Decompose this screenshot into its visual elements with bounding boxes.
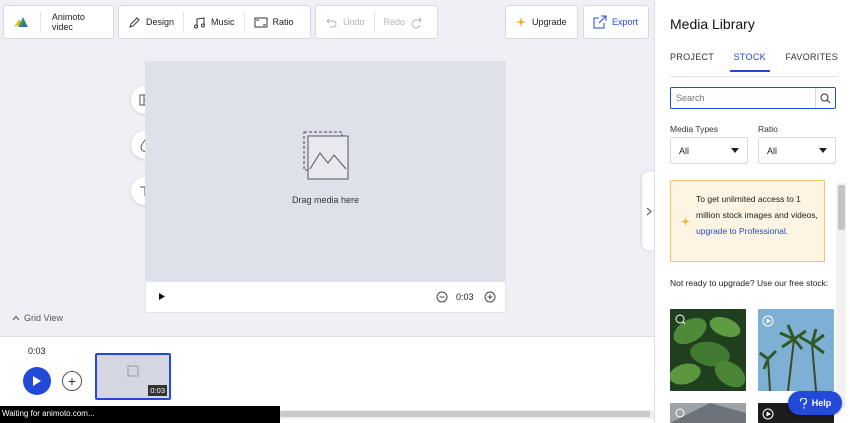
tab-favorites[interactable]: FAVORITES bbox=[785, 52, 838, 72]
design-button[interactable]: Design bbox=[119, 6, 183, 38]
play-icon[interactable] bbox=[158, 292, 166, 301]
redo-button[interactable]: Redo bbox=[375, 6, 433, 38]
ratio-select[interactable]: All bbox=[758, 137, 836, 164]
undo-redo-group: Undo Redo bbox=[315, 5, 438, 39]
search-input[interactable] bbox=[671, 88, 815, 108]
banner-suffix: . bbox=[785, 226, 789, 236]
vertical-scrollbar-thumb[interactable] bbox=[838, 185, 845, 230]
ratio-filter-label: Ratio bbox=[758, 124, 778, 134]
upgrade-button[interactable]: Upgrade bbox=[505, 5, 578, 39]
drop-label: Drag media here bbox=[291, 195, 360, 205]
undo-button[interactable]: Undo bbox=[316, 6, 374, 38]
design-music-ratio-group: Design Music Ratio bbox=[118, 5, 311, 39]
clip-thumbnail-icon bbox=[127, 365, 139, 377]
search-icon bbox=[820, 93, 831, 104]
upgrade-label: Upgrade bbox=[532, 17, 567, 27]
status-bar: Waiting for animoto.com... bbox=[0, 406, 280, 423]
canvas-time: 0:03 bbox=[456, 292, 474, 302]
export-button[interactable]: Export bbox=[583, 5, 649, 39]
media-library-panel: Media Library PROJECT STOCK FAVORITES Me… bbox=[654, 0, 850, 423]
caret-down-icon bbox=[731, 148, 739, 153]
media-types-select[interactable]: All bbox=[670, 137, 748, 164]
top-toolbar: Animoto videc Design Music Ratio Undo Re… bbox=[0, 0, 654, 44]
play-icon bbox=[32, 375, 42, 387]
banner-message: To get unlimited access to 1 million sto… bbox=[696, 194, 818, 220]
canvas-playbar: 0:03 bbox=[145, 281, 506, 313]
add-block-button[interactable]: + bbox=[62, 371, 82, 391]
building-image bbox=[670, 403, 746, 423]
caret-down-icon bbox=[819, 148, 827, 153]
chevron-right-icon bbox=[646, 207, 652, 216]
tab-divider bbox=[670, 76, 838, 77]
music-button[interactable]: Music bbox=[184, 6, 244, 38]
upgrade-banner: To get unlimited access to 1 million sto… bbox=[670, 180, 825, 262]
music-label: Music bbox=[211, 17, 235, 27]
media-types-value: All bbox=[679, 145, 690, 156]
search-button[interactable] bbox=[815, 88, 835, 108]
panel-title: Media Library bbox=[670, 16, 755, 32]
tab-project[interactable]: PROJECT bbox=[670, 52, 714, 72]
help-label: Help bbox=[811, 398, 832, 408]
search-box bbox=[670, 87, 836, 109]
help-button[interactable]: Help bbox=[788, 391, 842, 415]
banner-text: To get unlimited access to 1 million sto… bbox=[696, 191, 822, 239]
timeline-clip[interactable]: 0:03 bbox=[95, 353, 171, 400]
project-title[interactable]: Animoto videc bbox=[4, 6, 113, 38]
palm-trees-image bbox=[758, 309, 834, 391]
export-label: Export bbox=[612, 17, 639, 27]
design-label: Design bbox=[146, 17, 175, 27]
free-stock-text: Not ready to upgrade? Use our free stock… bbox=[670, 278, 829, 288]
timeline-time: 0:03 bbox=[28, 346, 46, 356]
ratio-button[interactable]: Ratio bbox=[245, 6, 303, 38]
clip-duration: 0:03 bbox=[148, 385, 167, 396]
horizontal-scrollbar-thumb[interactable] bbox=[280, 411, 650, 417]
undo-label: Undo bbox=[343, 17, 365, 27]
upgrade-link[interactable]: upgrade to Professional bbox=[696, 226, 786, 236]
tab-stock[interactable]: STOCK bbox=[729, 52, 770, 72]
ratio-label: Ratio bbox=[272, 17, 294, 27]
ratio-icon bbox=[254, 17, 268, 28]
project-name: Animoto videc bbox=[51, 12, 85, 32]
grid-view-label: Grid View bbox=[24, 313, 63, 323]
redo-label: Redo bbox=[383, 17, 406, 27]
stock-thumbnail[interactable] bbox=[758, 309, 834, 391]
plus-icon: + bbox=[67, 373, 77, 389]
export-icon bbox=[593, 15, 607, 29]
upgrade-button-inner: Upgrade bbox=[506, 6, 576, 38]
pencil-icon bbox=[128, 16, 141, 29]
media-tabs: PROJECT STOCK FAVORITES bbox=[670, 52, 838, 72]
question-icon bbox=[799, 397, 808, 409]
timeline-play-button[interactable] bbox=[23, 367, 51, 395]
media-types-label: Media Types bbox=[670, 124, 719, 134]
undo-icon bbox=[325, 16, 338, 29]
sparkle-icon bbox=[515, 16, 527, 28]
redo-icon bbox=[410, 16, 423, 29]
stock-thumbnail[interactable] bbox=[670, 309, 746, 391]
zoom-in-icon[interactable] bbox=[484, 291, 496, 303]
export-button-inner: Export bbox=[584, 6, 647, 38]
video-canvas[interactable]: Drag media here bbox=[145, 61, 506, 281]
grid-view-toggle[interactable]: Grid View bbox=[12, 313, 63, 323]
leaves-image bbox=[670, 309, 746, 391]
chevron-up-icon bbox=[12, 315, 20, 321]
music-note-icon bbox=[193, 16, 206, 29]
animoto-logo-icon bbox=[13, 16, 29, 28]
project-title-group[interactable]: Animoto videc bbox=[3, 5, 114, 39]
ratio-value: All bbox=[767, 145, 778, 156]
stock-thumbnail[interactable] bbox=[670, 403, 746, 423]
zoom-out-icon[interactable] bbox=[436, 291, 448, 303]
image-placeholder-icon bbox=[303, 131, 349, 183]
sparkle-icon bbox=[680, 216, 691, 227]
